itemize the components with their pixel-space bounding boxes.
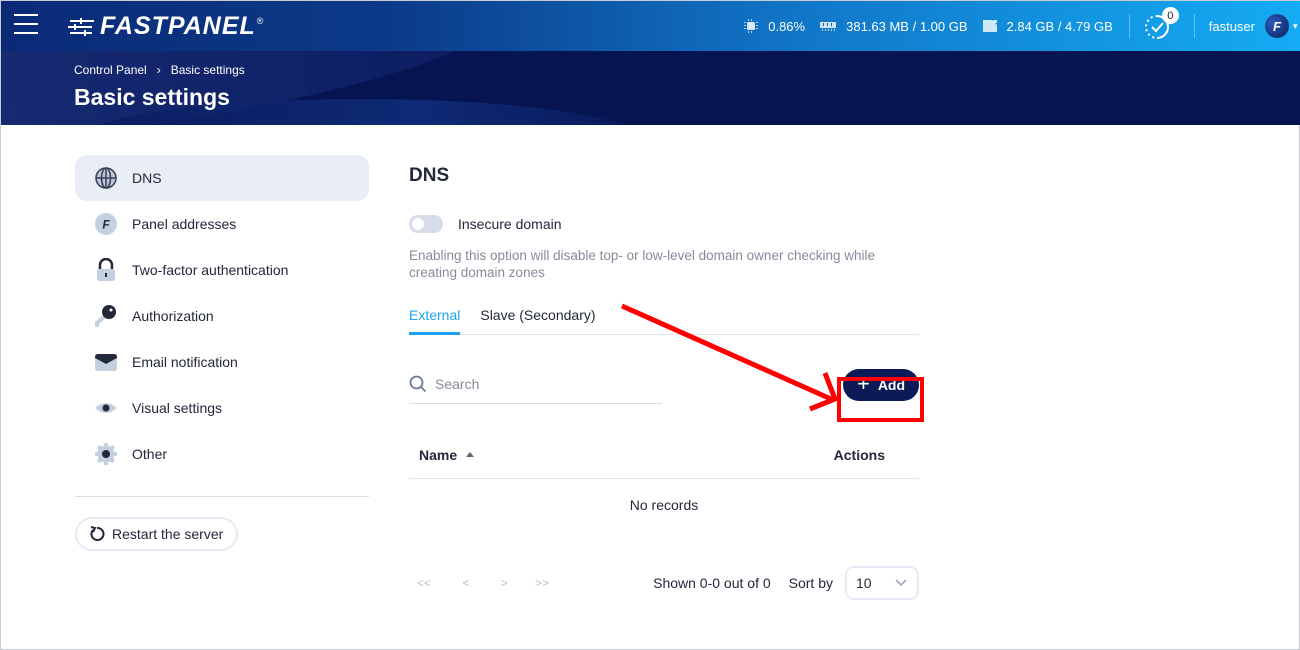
add-button[interactable]: + Add — [843, 368, 919, 401]
column-name-label: Name — [419, 447, 458, 463]
tab-slave-secondary[interactable]: Slave (Secondary) — [480, 307, 595, 334]
insecure-domain-row: Insecure domain — [409, 215, 919, 233]
menu-hamburger-icon[interactable] — [14, 14, 38, 36]
sidebar-divider — [75, 496, 369, 497]
table-header: Name Actions — [409, 432, 919, 479]
ram-usage: 381.63 MB / 1.00 GB — [819, 18, 968, 34]
empty-state: No records — [629, 497, 699, 513]
prev-page-button[interactable]: < — [447, 576, 485, 590]
breadcrumb-separator-icon: › — [156, 63, 161, 77]
lock-icon — [94, 258, 118, 282]
insecure-domain-toggle[interactable] — [409, 215, 443, 233]
envelope-icon — [94, 350, 118, 374]
page-header: Control Panel › Basic settings Basic set… — [1, 51, 1300, 125]
ram-value: 381.63 MB / 1.00 GB — [846, 18, 968, 34]
divider — [1128, 14, 1130, 38]
key-icon — [94, 304, 118, 328]
svg-text:F: F — [102, 218, 110, 232]
username[interactable]: fastuser — [1209, 19, 1255, 34]
user-avatar[interactable]: F — [1265, 14, 1289, 38]
divider — [1193, 14, 1195, 38]
insecure-domain-label: Insecure domain — [458, 216, 562, 232]
section-title: DNS — [409, 165, 450, 186]
sidebar-item-label: Visual settings — [132, 400, 223, 416]
sidebar-item-label: Other — [132, 446, 168, 462]
tasks-count-badge: 0 — [1161, 7, 1179, 24]
sort-ascending-icon — [466, 451, 475, 457]
page-size-select[interactable]: 10 — [845, 566, 919, 600]
globe-icon — [94, 166, 118, 190]
cpu-icon — [744, 19, 759, 33]
sidebar-item-label: DNS — [132, 170, 162, 186]
sidebar-item-email-notification[interactable]: Email notification — [75, 339, 369, 385]
sidebar-item-dns[interactable]: DNS — [75, 155, 369, 201]
dns-tabs: External Slave (Secondary) — [409, 307, 919, 335]
toolbar: + Add — [409, 365, 919, 404]
page-size-value: 10 — [856, 575, 872, 591]
sidebar-item-visual-settings[interactable]: Visual settings — [75, 385, 369, 431]
ram-icon — [820, 22, 837, 31]
column-name-header[interactable]: Name — [419, 447, 475, 463]
logo-text: FASTPANEL — [100, 12, 256, 40]
top-bar: FASTPANEL ® 0.86% 381.63 MB / 1.00 GB 2.… — [1, 1, 1300, 51]
sidebar-item-panel-addresses[interactable]: F Panel addresses — [75, 201, 369, 247]
shown-count: Shown 0-0 out of 0 — [653, 575, 771, 591]
cpu-usage: 0.86% — [743, 18, 805, 34]
disk-usage: 2.84 GB / 4.79 GB — [982, 18, 1113, 34]
disk-value: 2.84 GB / 4.79 GB — [1006, 18, 1113, 34]
restart-icon — [90, 526, 105, 541]
add-label: Add — [877, 376, 906, 393]
sidebar-item-other[interactable]: Other — [75, 431, 369, 477]
search-icon — [409, 375, 427, 393]
fastpanel-f-icon: F — [94, 212, 118, 236]
gear-icon — [94, 442, 118, 466]
breadcrumb-control-panel[interactable]: Control Panel — [74, 63, 147, 77]
plus-icon: + — [856, 370, 870, 396]
restart-server-button[interactable]: Restart the server — [75, 517, 239, 551]
logo-sliders-icon — [68, 15, 96, 39]
eye-icon — [94, 396, 118, 420]
tasks-button[interactable]: 0 — [1144, 7, 1179, 41]
chevron-down-icon — [895, 579, 907, 587]
tab-external[interactable]: External — [409, 307, 461, 335]
sort-by-label: Sort by — [788, 575, 833, 591]
sidebar-item-label: Email notification — [132, 354, 238, 370]
first-page-button[interactable]: << — [409, 576, 447, 590]
next-page-button[interactable]: > — [485, 576, 523, 590]
sidebar-item-authorization[interactable]: Authorization — [75, 293, 369, 339]
breadcrumb: Control Panel › Basic settings — [74, 63, 245, 77]
settings-sidebar: DNS F Panel addresses Two-factor authent… — [75, 155, 369, 551]
sidebar-item-label: Two-factor authentication — [132, 262, 289, 278]
cpu-value: 0.86% — [768, 18, 806, 34]
sidebar-item-label: Authorization — [132, 308, 214, 324]
search-field — [409, 365, 662, 404]
disk-icon — [982, 20, 997, 32]
fastpanel-logo[interactable]: FASTPANEL ® — [68, 12, 263, 41]
sidebar-item-two-factor[interactable]: Two-factor authentication — [75, 247, 369, 293]
chevron-down-icon[interactable]: ▾ — [1293, 21, 1300, 31]
restart-server-label: Restart the server — [112, 526, 224, 542]
logo-registered-mark: ® — [256, 15, 264, 26]
pagination: << < > >> Shown 0-0 out of 0 Sort by 10 — [409, 566, 919, 600]
breadcrumb-basic-settings: Basic settings — [170, 63, 245, 77]
insecure-domain-hint: Enabling this option will disable top- o… — [409, 248, 875, 280]
dns-settings-panel: DNS Insecure domain Enabling this option… — [409, 165, 919, 600]
page-title: Basic settings — [74, 84, 230, 110]
search-input[interactable] — [435, 376, 635, 392]
last-page-button[interactable]: >> — [523, 576, 561, 590]
column-actions-header: Actions — [833, 447, 885, 463]
sidebar-item-label: Panel addresses — [132, 216, 237, 232]
